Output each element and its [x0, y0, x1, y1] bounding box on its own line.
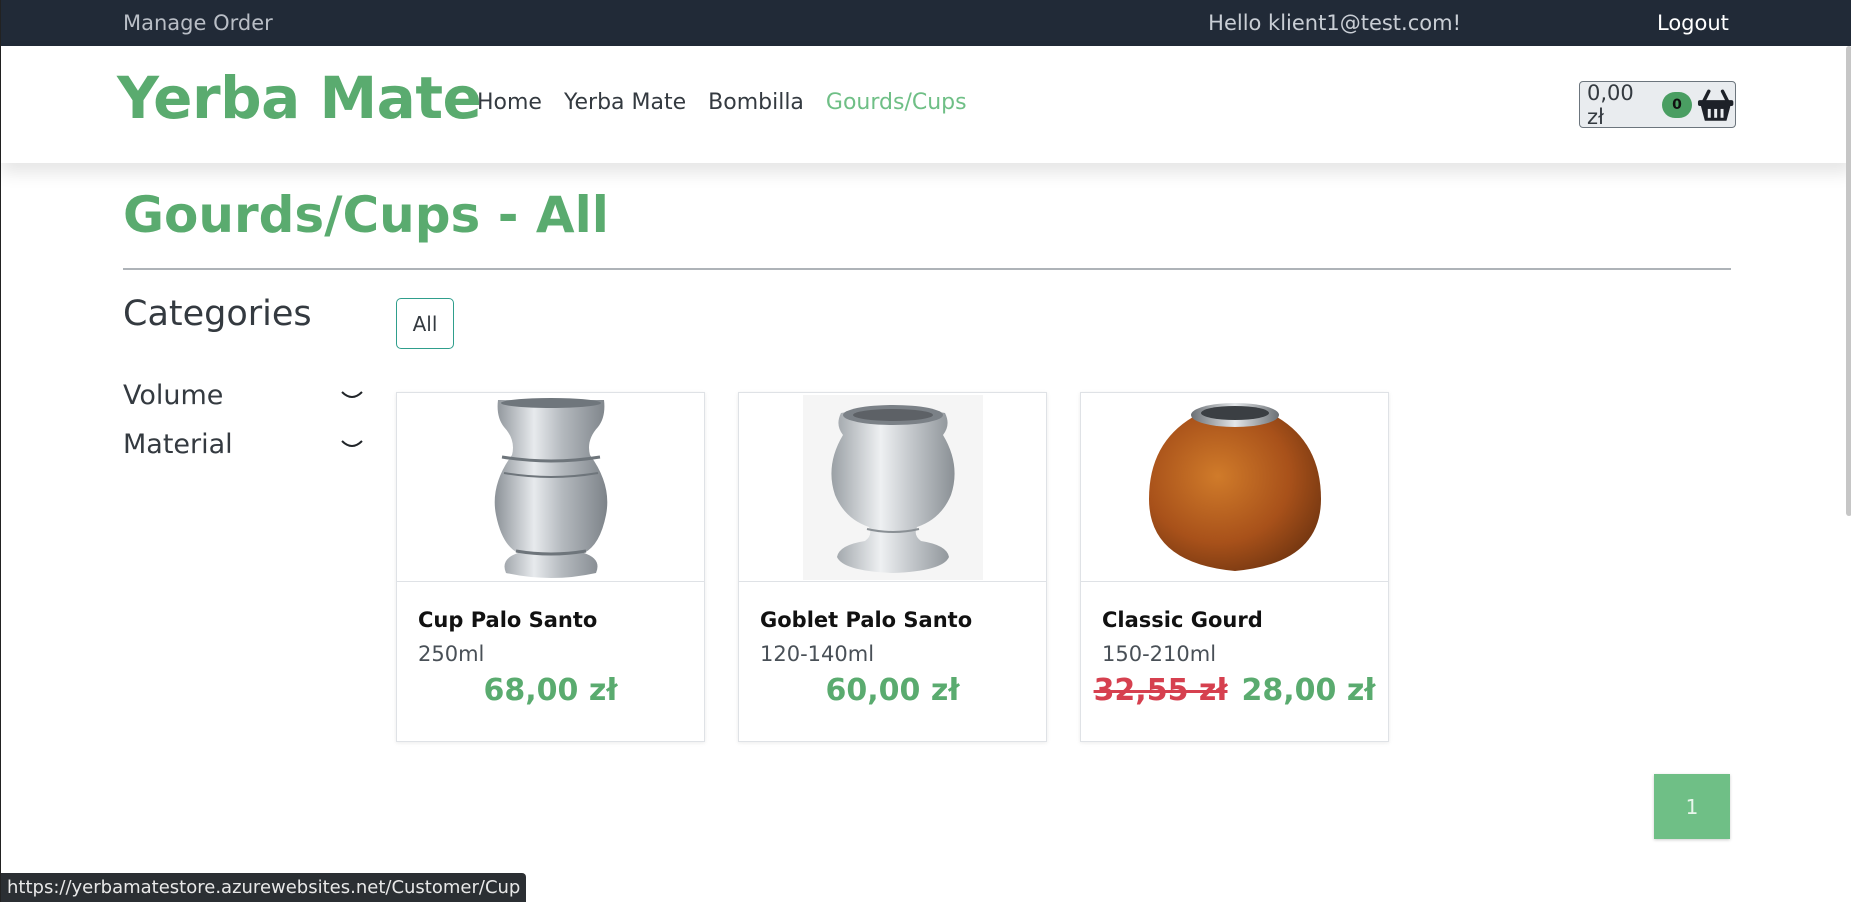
- product-name[interactable]: Classic Gourd: [1102, 608, 1263, 632]
- price-row: 60,00 zł: [739, 673, 1046, 708]
- product-old-price: 32,55 zł: [1093, 673, 1228, 708]
- title-divider: [123, 268, 1731, 270]
- manage-order-link[interactable]: Manage Order: [123, 11, 273, 35]
- product-price: 28,00 zł: [1241, 673, 1376, 708]
- cart-amount: 0,00 zł: [1587, 80, 1634, 129]
- main-nav: Home Yerba Mate Bombilla Gourds/Cups: [477, 90, 967, 115]
- product-name[interactable]: Goblet Palo Santo: [760, 608, 972, 632]
- price-row: 68,00 zł: [397, 673, 704, 708]
- nav-home[interactable]: Home: [477, 90, 542, 115]
- nav-gourds-cups[interactable]: Gourds/Cups: [826, 90, 967, 115]
- category-volume[interactable]: Volume: [123, 380, 363, 411]
- logout-link[interactable]: Logout: [1657, 11, 1729, 35]
- product-volume: 250ml: [418, 642, 485, 666]
- product-card[interactable]: Goblet Palo Santo 120-140ml 60,00 zł: [738, 392, 1047, 742]
- nav-bombilla[interactable]: Bombilla: [708, 90, 804, 115]
- product-card[interactable]: Cup Palo Santo 250ml 68,00 zł: [396, 392, 705, 742]
- cup-palo-santo-image: [494, 397, 607, 578]
- basket-icon: [1697, 89, 1734, 121]
- product-price: 60,00 zł: [825, 673, 960, 708]
- status-url: https://yerbamatestore.azurewebsites.net…: [1, 873, 527, 902]
- product-image[interactable]: [739, 393, 1046, 582]
- categories-heading: Categories: [123, 294, 312, 334]
- category-material-label: Material: [123, 429, 233, 460]
- product-image[interactable]: [397, 393, 704, 582]
- nav-yerba-mate[interactable]: Yerba Mate: [564, 90, 686, 115]
- product-card[interactable]: Classic Gourd 150-210ml 32,55 zł 28,00 z…: [1080, 392, 1389, 742]
- user-greeting: Hello klient1@test.com!: [1208, 11, 1461, 35]
- page-scrollbar[interactable]: [1846, 46, 1851, 516]
- page-title: Gourds/Cups - All: [123, 186, 609, 244]
- category-material[interactable]: Material: [123, 429, 363, 460]
- goblet-palo-santo-image: [802, 394, 983, 580]
- classic-gourd-image: [1148, 402, 1321, 571]
- product-price: 68,00 zł: [483, 673, 618, 708]
- cart-count-badge: 0: [1662, 91, 1692, 118]
- chevron-down-icon: [341, 439, 363, 447]
- cart-button[interactable]: 0,00 zł 0: [1579, 80, 1736, 129]
- category-volume-label: Volume: [123, 380, 224, 411]
- product-volume: 120-140ml: [760, 642, 875, 666]
- top-bar: Manage Order Hello klient1@test.com! Log…: [1, 0, 1851, 46]
- brand-logo[interactable]: Yerba Mate: [117, 64, 482, 132]
- product-image[interactable]: [1081, 393, 1388, 582]
- chevron-down-icon: [341, 390, 363, 398]
- filter-all-chip[interactable]: All: [396, 298, 454, 349]
- main-header: Yerba Mate Home Yerba Mate Bombilla Gour…: [1, 46, 1851, 163]
- product-volume: 150-210ml: [1102, 642, 1217, 666]
- page-1-button[interactable]: 1: [1654, 774, 1730, 839]
- product-name[interactable]: Cup Palo Santo: [418, 608, 597, 632]
- price-row: 32,55 zł 28,00 zł: [1081, 673, 1388, 708]
